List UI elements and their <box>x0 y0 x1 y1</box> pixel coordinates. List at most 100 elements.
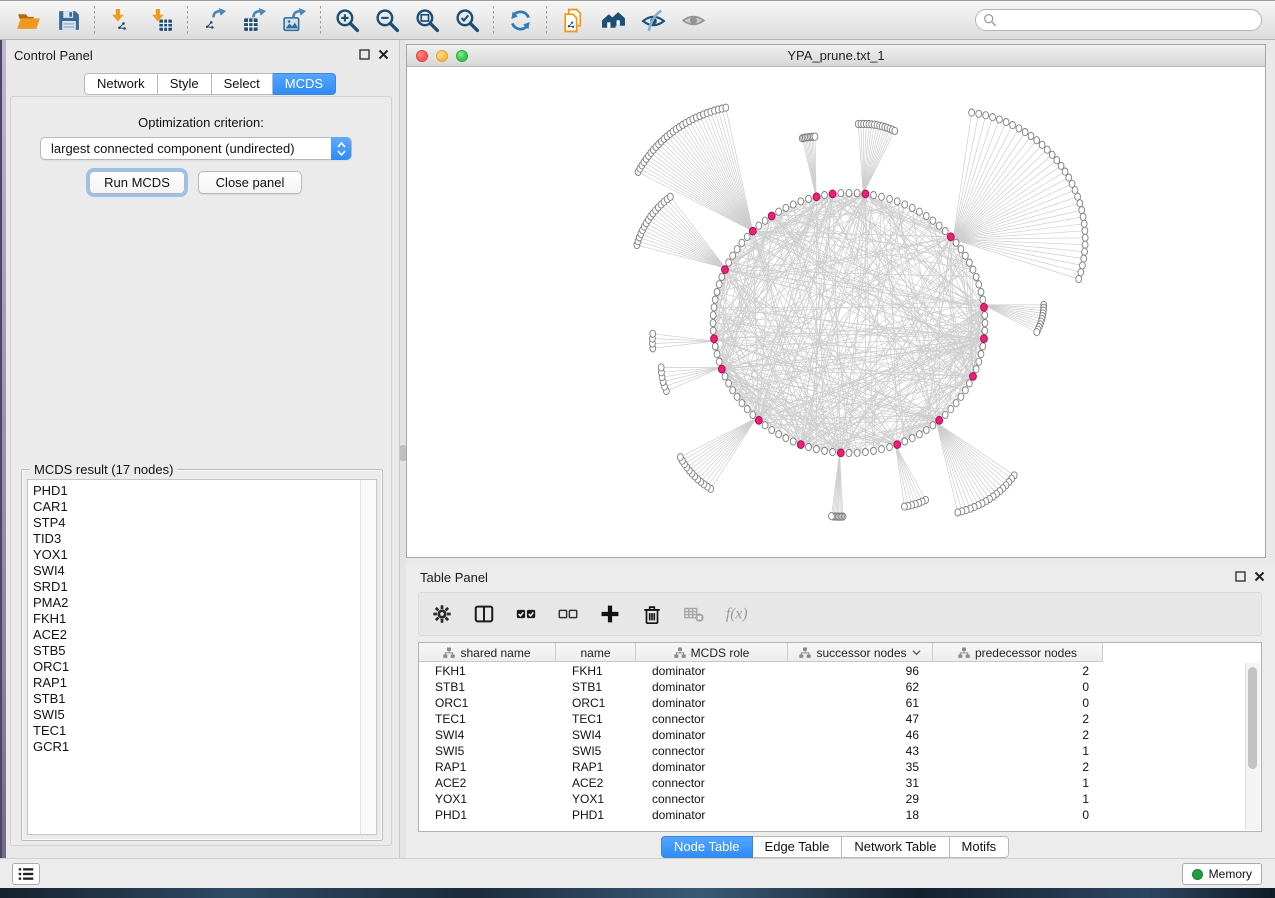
graph-node[interactable] <box>712 343 718 350</box>
graph-hub-node[interactable] <box>981 303 988 311</box>
graph-node[interactable] <box>892 127 898 134</box>
deselect-all-checkboxes-button[interactable] <box>555 601 581 627</box>
graph-node[interactable] <box>722 373 728 380</box>
mcds-result-item[interactable]: SWI5 <box>33 707 356 723</box>
graph-node[interactable] <box>744 406 750 413</box>
table-row[interactable]: TEC1TEC1connector472 <box>419 711 1245 727</box>
graph-node[interactable] <box>887 444 893 451</box>
graph-hub-node[interactable] <box>813 193 820 201</box>
list-scrollbar[interactable] <box>360 480 376 834</box>
graph-node[interactable] <box>948 406 954 413</box>
open-file-button[interactable] <box>8 3 48 37</box>
graph-node[interactable] <box>978 288 984 295</box>
graph-node[interactable] <box>955 509 961 516</box>
graph-node[interactable] <box>990 114 996 121</box>
graph-node[interactable] <box>902 201 908 208</box>
graph-node[interactable] <box>958 393 964 400</box>
graph-node[interactable] <box>739 400 745 407</box>
graph-node[interactable] <box>806 444 812 451</box>
mcds-result-item[interactable]: GCR1 <box>33 739 356 755</box>
graph-node[interactable] <box>798 198 804 205</box>
memory-button[interactable]: Memory <box>1182 863 1262 885</box>
graph-node[interactable] <box>1028 132 1034 139</box>
table-row[interactable]: PHD1PHD1dominator180 <box>419 807 1245 823</box>
graph-node[interactable] <box>716 281 722 288</box>
mcds-result-item[interactable]: PMA2 <box>33 595 356 611</box>
graph-node[interactable] <box>712 296 718 303</box>
graph-node[interactable] <box>923 212 929 219</box>
graph-node[interactable] <box>806 195 812 202</box>
graph-node[interactable] <box>967 259 973 266</box>
graph-node[interactable] <box>976 281 982 288</box>
graph-node[interactable] <box>1077 200 1083 207</box>
graph-node[interactable] <box>1044 146 1050 153</box>
column-header-shared-name[interactable]: shared name <box>419 643 556 662</box>
graph-node[interactable] <box>980 343 986 350</box>
column-header-predecessor-nodes[interactable]: predecessor nodes <box>933 643 1103 662</box>
graph-node[interactable] <box>1010 122 1016 129</box>
table-row[interactable]: ACE2ACE2connector311 <box>419 775 1245 791</box>
tab-style[interactable]: Style <box>158 73 212 95</box>
graph-node[interactable] <box>730 387 736 394</box>
graph-node[interactable] <box>854 449 860 456</box>
network-canvas[interactable] <box>407 67 1265 557</box>
mcds-result-item[interactable]: SWI4 <box>33 563 356 579</box>
tab-select[interactable]: Select <box>212 73 273 95</box>
graph-node[interactable] <box>1075 193 1081 200</box>
graph-node[interactable] <box>1003 119 1009 126</box>
mcds-result-item[interactable]: STB5 <box>33 643 356 659</box>
table-row[interactable]: STB1STB1dominator620 <box>419 679 1245 695</box>
graph-node[interactable] <box>744 233 750 240</box>
mcds-result-item[interactable]: TEC1 <box>33 723 356 739</box>
graph-node[interactable] <box>1039 141 1045 148</box>
graph-hub-node[interactable] <box>862 190 869 198</box>
graph-node[interactable] <box>976 110 982 117</box>
graph-node[interactable] <box>942 411 948 418</box>
close-panel-icon[interactable] <box>378 49 389 60</box>
graph-node[interactable] <box>976 358 982 365</box>
tab-node-table[interactable]: Node Table <box>661 836 753 858</box>
graph-node[interactable] <box>930 217 936 224</box>
run-mcds-button[interactable]: Run MCDS <box>89 171 185 194</box>
mcds-result-item[interactable]: YOX1 <box>33 547 356 563</box>
mcds-result-item[interactable]: STB1 <box>33 691 356 707</box>
split-columns-button[interactable] <box>471 601 497 627</box>
graph-node[interactable] <box>942 228 948 235</box>
graph-node[interactable] <box>1082 241 1088 248</box>
graph-node[interactable] <box>871 447 877 454</box>
graph-node[interactable] <box>650 330 656 337</box>
graph-hub-node[interactable] <box>755 416 762 424</box>
graph-node[interactable] <box>917 431 923 438</box>
graph-node[interactable] <box>879 446 885 453</box>
add-plus-button[interactable] <box>597 601 623 627</box>
graph-node[interactable] <box>783 435 789 442</box>
graph-node[interactable] <box>967 380 973 387</box>
graph-node[interactable] <box>969 109 975 116</box>
graph-hub-node[interactable] <box>749 227 756 235</box>
graph-node[interactable] <box>1081 255 1087 262</box>
graph-node[interactable] <box>958 246 964 253</box>
table-row[interactable]: ORC1ORC1dominator610 <box>419 695 1245 711</box>
graph-node[interactable] <box>953 400 959 407</box>
mcds-result-item[interactable]: PHD1 <box>33 483 356 499</box>
select-all-checkboxes-button[interactable] <box>513 601 539 627</box>
graph-node[interactable] <box>1078 269 1084 276</box>
graph-node[interactable] <box>790 201 796 208</box>
graph-node[interactable] <box>982 319 988 326</box>
graph-node[interactable] <box>963 252 969 259</box>
mcds-result-item[interactable]: RAP1 <box>33 675 356 691</box>
export-table-button[interactable] <box>234 3 274 37</box>
graph-node[interactable] <box>734 393 740 400</box>
graph-node[interactable] <box>776 431 782 438</box>
graph-node[interactable] <box>790 438 796 445</box>
graph-node[interactable] <box>838 190 844 197</box>
zoom-fit-button[interactable] <box>407 3 447 37</box>
graph-hub-node[interactable] <box>829 190 836 198</box>
optimization-criterion-select[interactable]: largest connected component (undirected) <box>40 137 352 160</box>
graph-node[interactable] <box>726 259 732 266</box>
graph-node[interactable] <box>710 312 716 319</box>
tab-mcds[interactable]: MCDS <box>273 73 336 95</box>
save-session-button[interactable] <box>48 3 88 37</box>
table-row[interactable]: SWI5SWI5connector431 <box>419 743 1245 759</box>
mcds-result-list[interactable]: PHD1CAR1STP4TID3YOX1SWI4SRD1PMA2FKH1ACE2… <box>27 479 377 835</box>
